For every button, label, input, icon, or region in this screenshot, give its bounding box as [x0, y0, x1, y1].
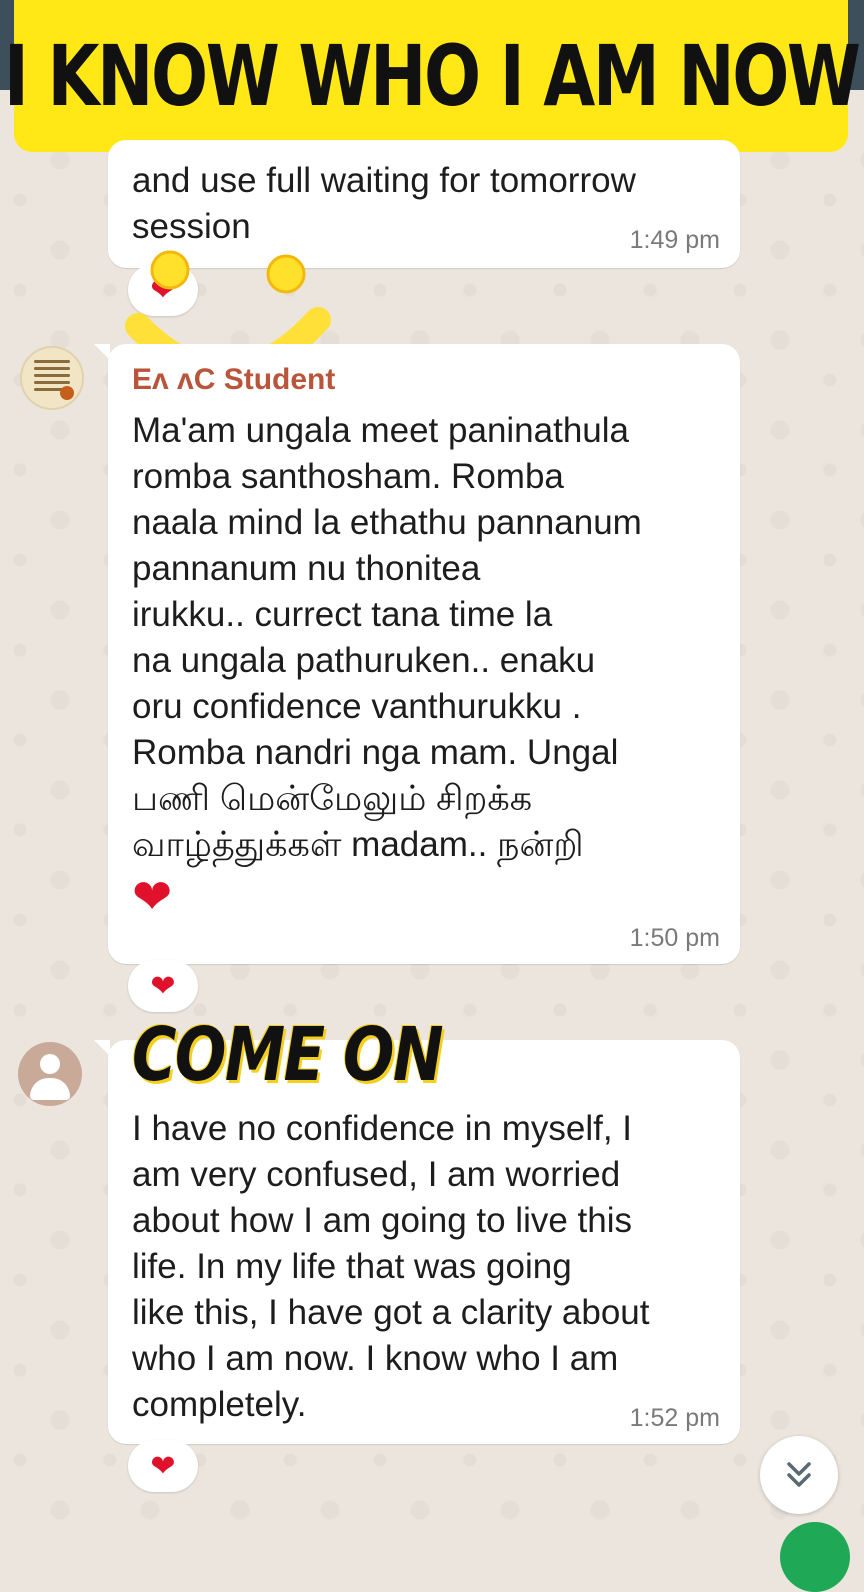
- heart-icon: ❤: [150, 969, 176, 1003]
- message-bubble-3[interactable]: I have no confidence in myself, I am ver…: [94, 1040, 740, 1444]
- message-text: Ma'am ungala meet paninathula romba sant…: [132, 411, 642, 864]
- heart-icon: ❤: [150, 1449, 176, 1483]
- banner-title: I KNOW WHO I AM NOW: [3, 27, 861, 125]
- come-on-overlay: COME ON: [132, 1012, 444, 1098]
- message-time: 1:49 pm: [629, 226, 720, 254]
- title-banner: I KNOW WHO I AM NOW: [4, 0, 861, 152]
- reaction-heart[interactable]: ❤: [128, 1440, 198, 1492]
- sender-avatar[interactable]: [18, 1042, 82, 1106]
- message-time: 1:50 pm: [629, 924, 720, 952]
- message-bubble-2[interactable]: Eᴧ ᴧC Student Ma'am ungala meet paninath…: [94, 344, 740, 964]
- scroll-down-button[interactable]: [760, 1436, 838, 1514]
- message-time: 1:52 pm: [629, 1404, 720, 1432]
- message-text: I have no confidence in myself, I am ver…: [132, 1109, 650, 1424]
- sender-avatar[interactable]: [20, 346, 84, 410]
- double-chevron-down-icon: [787, 1462, 811, 1487]
- reaction-heart[interactable]: ❤: [128, 960, 198, 1012]
- floating-action-button[interactable]: [780, 1522, 850, 1592]
- heart-emoji: ❤: [132, 871, 173, 924]
- sender-name[interactable]: Eᴧ ᴧC Student: [132, 344, 718, 400]
